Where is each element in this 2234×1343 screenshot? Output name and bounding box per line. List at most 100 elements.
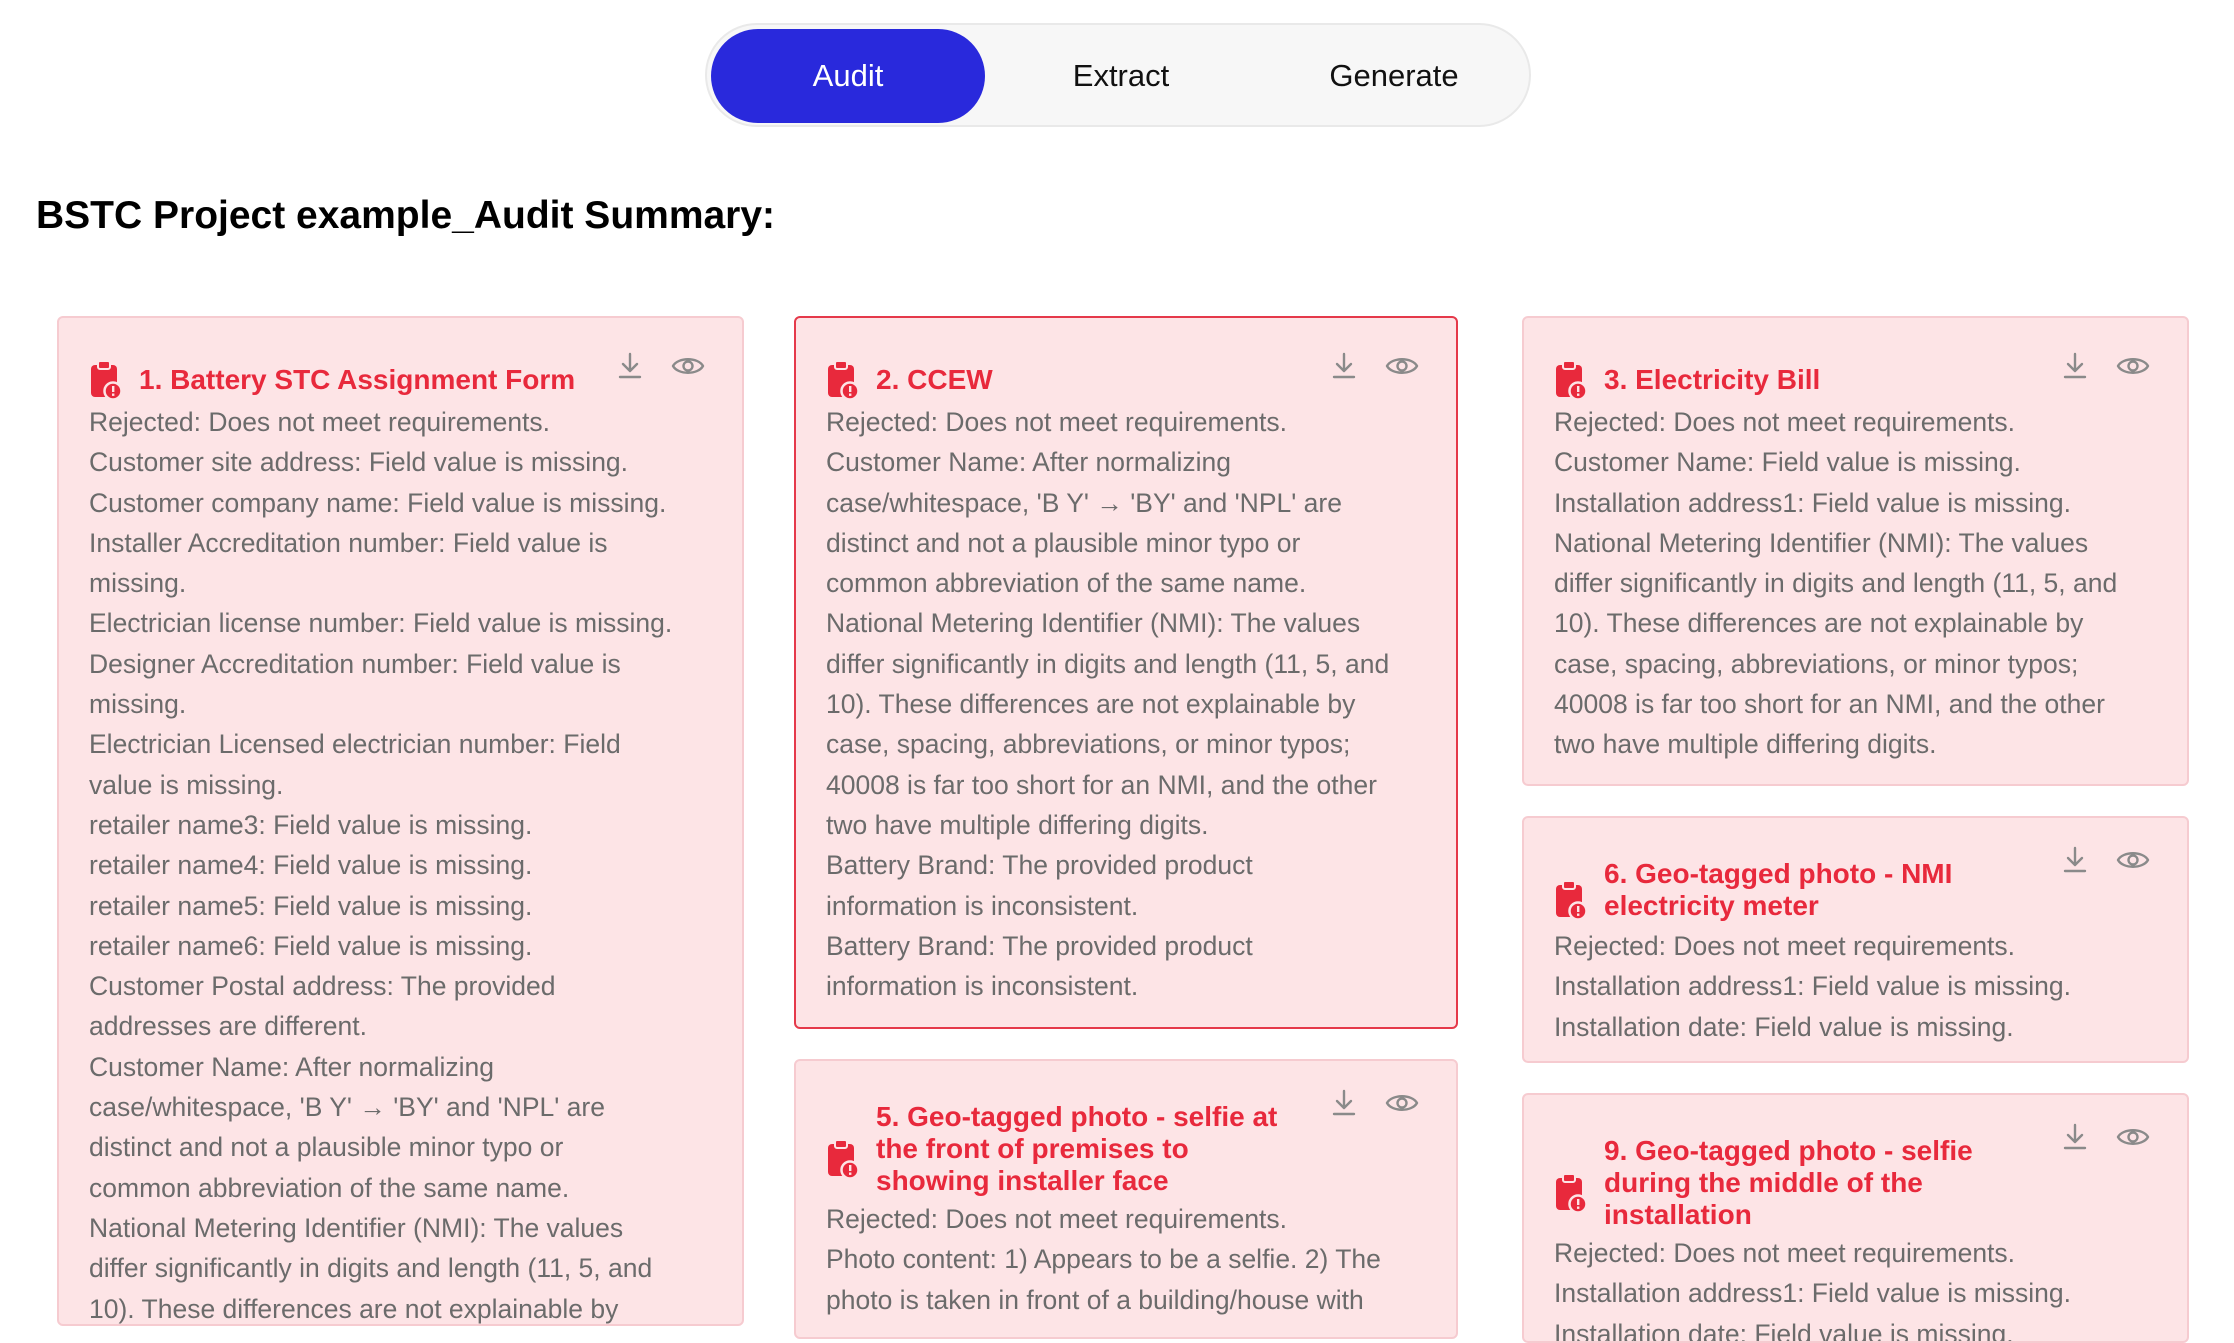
card-detail-line: retailer name6: Field value is missing. <box>89 930 533 961</box>
card-detail-line: differ significantly in digits and lengt… <box>826 648 1390 679</box>
card-detail-line: differ significantly in digits and lengt… <box>89 1253 653 1284</box>
card-detail-line: Customer Name: After normalizing <box>826 447 1232 478</box>
card-detail-line: common abbreviation of the same name. <box>89 1172 570 1203</box>
card-detail-line: two have multiple differing digits. <box>1554 729 1937 760</box>
download-icon[interactable] <box>2057 348 2093 384</box>
eye-icon[interactable] <box>2115 348 2151 384</box>
card-body: Rejected: Does not meet requirements. Cus… <box>89 402 714 1324</box>
audit-card-ccew[interactable]: 2. CCEW Rejected: Does not meet requirem… <box>794 316 1458 1029</box>
card-detail-line: Customer site address: Field value is mi… <box>89 447 629 478</box>
card-detail-line: photo is taken in front of a building/ho… <box>826 1284 1364 1315</box>
card-detail-line: Rejected: Does not meet requirements. <box>89 407 551 437</box>
card-detail-line: 10). These differences are not explainab… <box>826 689 1356 720</box>
card-header: 6. Geo-tagged photo - NMI electricity me… <box>1554 842 2157 926</box>
card-detail-line: case, spacing, abbreviations, or minor t… <box>1554 648 2079 679</box>
card-detail-line: 10). These differences are not explainab… <box>1554 608 2084 639</box>
card-detail-line: two have multiple differing digits. <box>826 809 1209 840</box>
download-icon[interactable] <box>612 348 648 384</box>
card-detail-line: differ significantly in digits and lengt… <box>1554 568 2118 599</box>
card-detail-line: Installation date: Field value is missin… <box>1554 1011 2014 1042</box>
download-icon[interactable] <box>1326 1085 1362 1121</box>
card-detail-line: retailer name4: Field value is missing. <box>89 850 533 881</box>
download-icon[interactable] <box>2057 1119 2093 1155</box>
card-detail-line: distinct and not a plausible minor typo … <box>826 527 1301 558</box>
tab-extract[interactable]: Extract <box>984 29 1258 123</box>
tab-generate[interactable]: Generate <box>1257 29 1531 123</box>
card-body: Rejected: Does not meet requirements. Pho… <box>826 1199 1428 1320</box>
card-detail-line: Rejected: Does not meet requirements. <box>826 407 1288 437</box>
card-detail-line: National Metering Identifier (NMI): The … <box>1554 527 2089 558</box>
audit-card-electricity-bill[interactable]: 3. Electricity Bill Rejected: Does not m… <box>1522 316 2189 786</box>
clipboard-error-icon <box>1554 360 1588 401</box>
audit-card-nmi-meter-photo[interactable]: 6. Geo-tagged photo - NMI electricity me… <box>1522 816 2189 1063</box>
card-title: 6. Geo-tagged photo - NMI electricity me… <box>1604 858 1953 921</box>
card-body: Rejected: Does not meet requirements. Cus… <box>1554 402 2159 765</box>
card-detail-line: missing. <box>89 568 187 599</box>
card-detail-line: Electrician Licensed electrician number:… <box>89 729 621 760</box>
card-detail-line: case/whitespace, 'B Y' → 'BY' and 'NPL' … <box>89 1092 605 1123</box>
card-body: Rejected: Does not meet requirements. Ins… <box>1554 926 2159 1047</box>
tab-audit[interactable]: Audit <box>711 29 985 123</box>
card-header: 5. Geo-tagged photo - selfie at the fron… <box>826 1085 1426 1196</box>
card-detail-line: information is inconsistent. <box>826 890 1139 921</box>
card-header: 3. Electricity Bill <box>1554 348 2157 408</box>
card-header: 1. Battery STC Assignment Form <box>89 348 712 408</box>
eye-icon[interactable] <box>1384 1085 1420 1121</box>
audit-card-selfie-front-premises[interactable]: 5. Geo-tagged photo - selfie at the fron… <box>794 1059 1458 1339</box>
audit-card-selfie-mid-installation[interactable]: 9. Geo-tagged photo - selfie during the … <box>1522 1093 2189 1343</box>
card-detail-line: 40008 is far too short for an NMI, and t… <box>826 769 1377 800</box>
eye-icon[interactable] <box>670 348 706 384</box>
card-detail-line: distinct and not a plausible minor typo … <box>89 1132 564 1163</box>
card-body: Rejected: Does not meet requirements. Cus… <box>826 402 1428 1006</box>
card-detail-line: Photo content: 1) Appears to be a selfie… <box>826 1244 1381 1275</box>
card-header: 2. CCEW <box>826 348 1426 408</box>
clipboard-error-icon <box>1554 880 1588 921</box>
card-detail-line: case, spacing, abbreviations, or minor t… <box>826 729 1351 760</box>
mode-tab-bar: Audit Extract Generate <box>705 23 1531 127</box>
card-title: 9. Geo-tagged photo - selfie during the … <box>1604 1135 1973 1230</box>
card-detail-line: value is missing. <box>89 769 284 800</box>
card-detail-line: retailer name3: Field value is missing. <box>89 809 533 840</box>
audit-card-battery-stc-form[interactable]: 1. Battery STC Assignment Form Rejected:… <box>57 316 744 1326</box>
card-detail-line: 40008 is far too short for an NMI, and t… <box>1554 689 2105 720</box>
card-detail-line: Installation address1: Field value is mi… <box>1554 487 2071 518</box>
card-detail-line: Customer Name: After normalizing <box>89 1051 495 1082</box>
card-title: 3. Electricity Bill <box>1604 364 1821 395</box>
card-detail-line: Customer Name: Field value is missing. <box>1554 447 2021 478</box>
clipboard-error-icon <box>826 360 860 401</box>
card-detail-line: Rejected: Does not meet requirements. <box>1554 407 2016 437</box>
card-detail-line: Electrician license number: Field value … <box>89 608 673 639</box>
download-icon[interactable] <box>1326 348 1362 384</box>
card-title: 5. Geo-tagged photo - selfie at the fron… <box>876 1101 1278 1196</box>
card-detail-line: Installer Accreditation number: Field va… <box>89 527 608 558</box>
eye-icon[interactable] <box>1384 348 1420 384</box>
card-detail-line: Installation address1: Field value is mi… <box>1554 971 2071 1002</box>
page-title: BSTC Project example_Audit Summary: <box>36 194 776 237</box>
card-body: Rejected: Does not meet requirements. Ins… <box>1554 1233 2159 1343</box>
card-detail-line: case/whitespace, 'B Y' → 'BY' and 'NPL' … <box>826 487 1342 518</box>
card-detail-line: common abbreviation of the same name. <box>826 568 1307 599</box>
eye-icon[interactable] <box>2115 1119 2151 1155</box>
card-detail-line: Battery Brand: The provided product <box>826 930 1253 961</box>
card-detail-line: Customer company name: Field value is mi… <box>89 487 667 518</box>
card-detail-line: National Metering Identifier (NMI): The … <box>826 608 1361 639</box>
clipboard-error-icon <box>1554 1173 1588 1214</box>
card-title: 2. CCEW <box>876 364 993 395</box>
card-detail-line: Designer Accreditation number: Field val… <box>89 648 621 679</box>
card-detail-line: Battery Brand: The provided product <box>826 850 1253 881</box>
card-detail-line: 10). These differences are not explainab… <box>89 1293 619 1324</box>
card-detail-line: Installation date: Field value is missin… <box>1554 1318 2014 1343</box>
card-detail-line: retailer name5: Field value is missing. <box>89 890 533 921</box>
card-header: 9. Geo-tagged photo - selfie during the … <box>1554 1119 2157 1230</box>
card-detail-line: missing. <box>89 689 187 720</box>
card-title: 1. Battery STC Assignment Form <box>139 364 576 395</box>
clipboard-error-icon <box>826 1139 860 1180</box>
card-detail-line: National Metering Identifier (NMI): The … <box>89 1212 624 1243</box>
card-detail-line: Rejected: Does not meet requirements. <box>826 1204 1288 1234</box>
card-detail-line: addresses are different. <box>89 1011 367 1042</box>
card-detail-line: Rejected: Does not meet requirements. <box>1554 1238 2016 1268</box>
eye-icon[interactable] <box>2115 842 2151 878</box>
download-icon[interactable] <box>2057 842 2093 878</box>
card-detail-line: Rejected: Does not meet requirements. <box>1554 931 2016 961</box>
clipboard-error-icon <box>89 360 123 401</box>
